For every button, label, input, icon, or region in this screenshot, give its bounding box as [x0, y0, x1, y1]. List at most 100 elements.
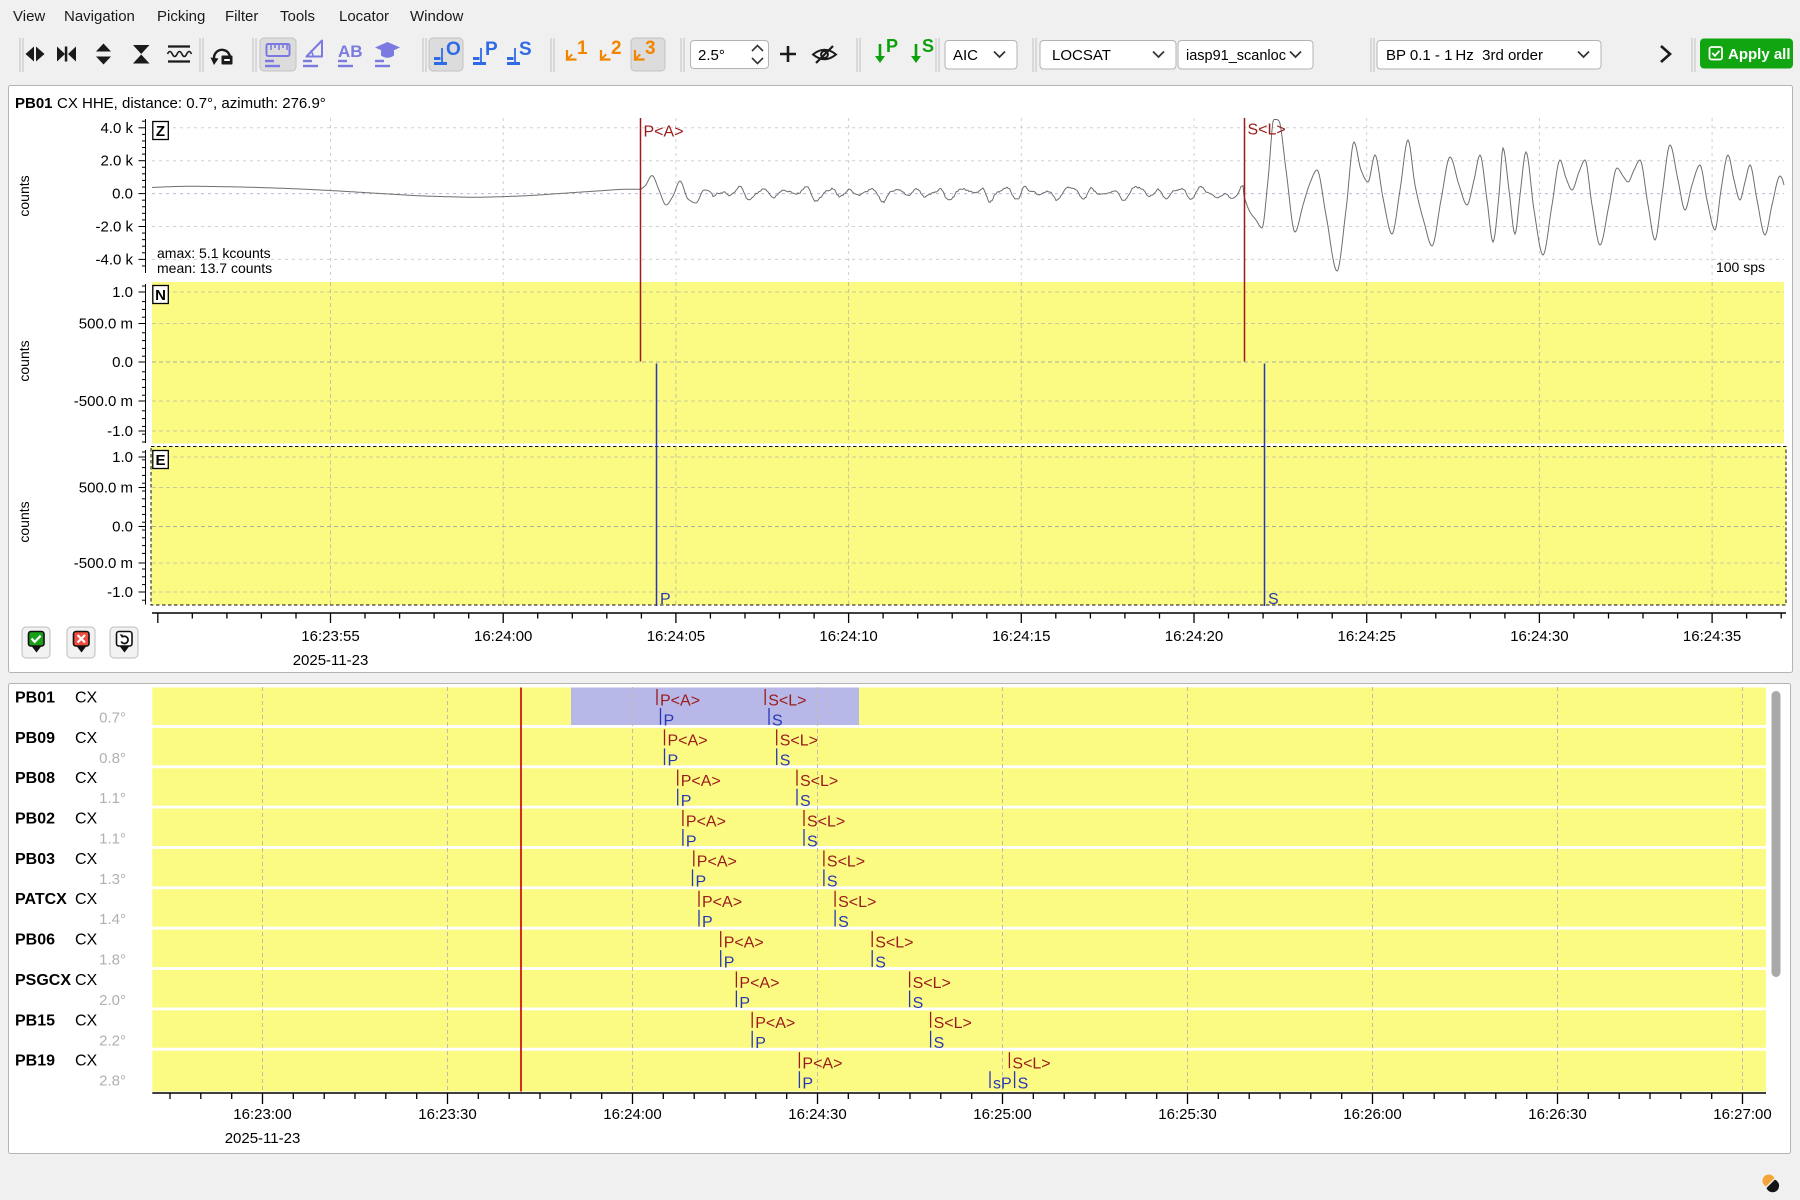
svg-text:100 sps: 100 sps	[1716, 259, 1765, 275]
svg-text:PB08: PB08	[15, 770, 55, 787]
svg-text:P: P	[660, 591, 671, 608]
svg-text:S: S	[780, 753, 791, 770]
svg-text:S<L>: S<L>	[1012, 1056, 1050, 1073]
svg-text:PB01: PB01	[15, 690, 55, 707]
svg-text:P<A>: P<A>	[739, 975, 779, 992]
svg-text:P: P	[686, 833, 697, 850]
svg-text:CX: CX	[75, 690, 98, 707]
svg-text:16:23:30: 16:23:30	[418, 1106, 476, 1123]
svg-text:16:26:30: 16:26:30	[1528, 1106, 1586, 1123]
svg-text:16:24:15: 16:24:15	[992, 628, 1050, 645]
svg-text:S: S	[800, 793, 811, 810]
svg-text:LOCSAT: LOCSAT	[1052, 47, 1111, 64]
svg-text:1.0: 1.0	[112, 449, 133, 466]
svg-text:16:23:55: 16:23:55	[301, 628, 359, 645]
svg-text:1.3°: 1.3°	[99, 871, 126, 888]
svg-text:0.0: 0.0	[112, 519, 133, 536]
svg-text:P<A>: P<A>	[724, 934, 764, 951]
svg-text:PB19: PB19	[15, 1053, 55, 1070]
svg-text:S: S	[934, 1035, 945, 1052]
svg-text:S<L>: S<L>	[827, 854, 865, 871]
svg-text:CX: CX	[75, 932, 98, 949]
svg-text:-500.0 m: -500.0 m	[74, 393, 133, 410]
svg-text:16:24:00: 16:24:00	[474, 628, 532, 645]
svg-text:S<L>: S<L>	[934, 1015, 972, 1032]
svg-text:16:24:25: 16:24:25	[1338, 628, 1396, 645]
svg-text:counts: counts	[16, 501, 32, 542]
svg-text:P<A>: P<A>	[802, 1056, 842, 1073]
svg-text:S: S	[838, 914, 849, 931]
svg-text:Window: Window	[410, 8, 464, 25]
svg-text:P: P	[664, 712, 675, 729]
svg-text:16:23:00: 16:23:00	[233, 1106, 291, 1123]
svg-text:Tools: Tools	[280, 8, 315, 25]
svg-text:0.0: 0.0	[112, 186, 133, 203]
svg-text:P: P	[681, 793, 692, 810]
svg-text:Navigation: Navigation	[64, 8, 135, 25]
svg-text:P: P	[755, 1035, 766, 1052]
svg-text:CX: CX	[57, 95, 78, 112]
svg-text:3: 3	[645, 38, 656, 59]
svg-text:CX: CX	[75, 770, 98, 787]
svg-text:P: P	[802, 1076, 813, 1093]
svg-text:S<L>: S<L>	[913, 975, 951, 992]
svg-text:S<L>: S<L>	[1248, 122, 1286, 139]
svg-text:S: S	[913, 995, 924, 1012]
svg-text:CX: CX	[75, 891, 98, 908]
svg-text:View: View	[13, 8, 45, 25]
svg-text:16:24:20: 16:24:20	[1165, 628, 1223, 645]
svg-text:1: 1	[577, 38, 588, 59]
svg-text:PB09: PB09	[15, 730, 55, 747]
svg-text:Apply all: Apply all	[1728, 46, 1791, 63]
svg-text:BP 0.1 - 1 Hz 3rd order: BP 0.1 - 1 Hz 3rd order	[1386, 47, 1543, 64]
svg-text:1.8°: 1.8°	[99, 952, 126, 969]
svg-text:P<A>: P<A>	[702, 894, 742, 911]
svg-text:S: S	[519, 39, 532, 60]
svg-text:P<A>: P<A>	[668, 733, 708, 750]
svg-text:2025-11-23: 2025-11-23	[293, 652, 369, 669]
svg-text:CX: CX	[75, 972, 98, 989]
svg-text:PB03: PB03	[15, 851, 55, 868]
svg-text:16:24:35: 16:24:35	[1683, 628, 1741, 645]
svg-text:N: N	[155, 287, 166, 304]
svg-text:iasp91_scanloc: iasp91_scanloc	[1186, 48, 1286, 64]
svg-text:S: S	[772, 712, 783, 729]
svg-text:P: P	[886, 36, 898, 56]
svg-text:16:24:30: 16:24:30	[1510, 628, 1568, 645]
svg-text:S<L>: S<L>	[807, 813, 845, 830]
svg-text:PSGCX: PSGCX	[15, 972, 71, 989]
svg-text:16:24:30: 16:24:30	[788, 1106, 846, 1123]
svg-text:S: S	[1018, 1076, 1029, 1093]
svg-text:CX: CX	[75, 851, 98, 868]
svg-text:S<L>: S<L>	[875, 934, 913, 951]
svg-text:1.1°: 1.1°	[99, 790, 126, 807]
svg-text:P: P	[668, 753, 679, 770]
svg-text:16:25:00: 16:25:00	[973, 1106, 1031, 1123]
svg-text:PB01: PB01	[15, 95, 53, 112]
svg-text:CX: CX	[75, 1053, 98, 1070]
svg-text:P<A>: P<A>	[755, 1015, 795, 1032]
svg-text:500.0 m: 500.0 m	[79, 316, 133, 333]
svg-text:counts: counts	[16, 340, 32, 381]
svg-text:PB02: PB02	[15, 811, 55, 828]
svg-text:counts: counts	[16, 175, 32, 216]
svg-text:0.8°: 0.8°	[99, 750, 126, 767]
svg-text:Z: Z	[156, 123, 165, 140]
svg-text:S: S	[807, 833, 818, 850]
svg-text:0.7°: 0.7°	[99, 710, 126, 727]
svg-text:-2.0 k: -2.0 k	[95, 219, 133, 236]
svg-text:AB: AB	[338, 42, 363, 61]
svg-text:2: 2	[611, 38, 622, 59]
svg-text:S<L>: S<L>	[768, 692, 806, 709]
svg-text:S: S	[827, 874, 838, 891]
svg-text:500.0 m: 500.0 m	[79, 480, 133, 497]
svg-text:P: P	[485, 39, 498, 60]
svg-text:P: P	[702, 914, 713, 931]
svg-text:P: P	[724, 954, 735, 971]
svg-text:CX: CX	[75, 811, 98, 828]
svg-text:S<L>: S<L>	[838, 894, 876, 911]
svg-text:-500.0 m: -500.0 m	[74, 555, 133, 572]
svg-text:P<A>: P<A>	[681, 773, 721, 790]
svg-text:P<A>: P<A>	[697, 854, 737, 871]
svg-text:2.0 k: 2.0 k	[100, 153, 133, 170]
